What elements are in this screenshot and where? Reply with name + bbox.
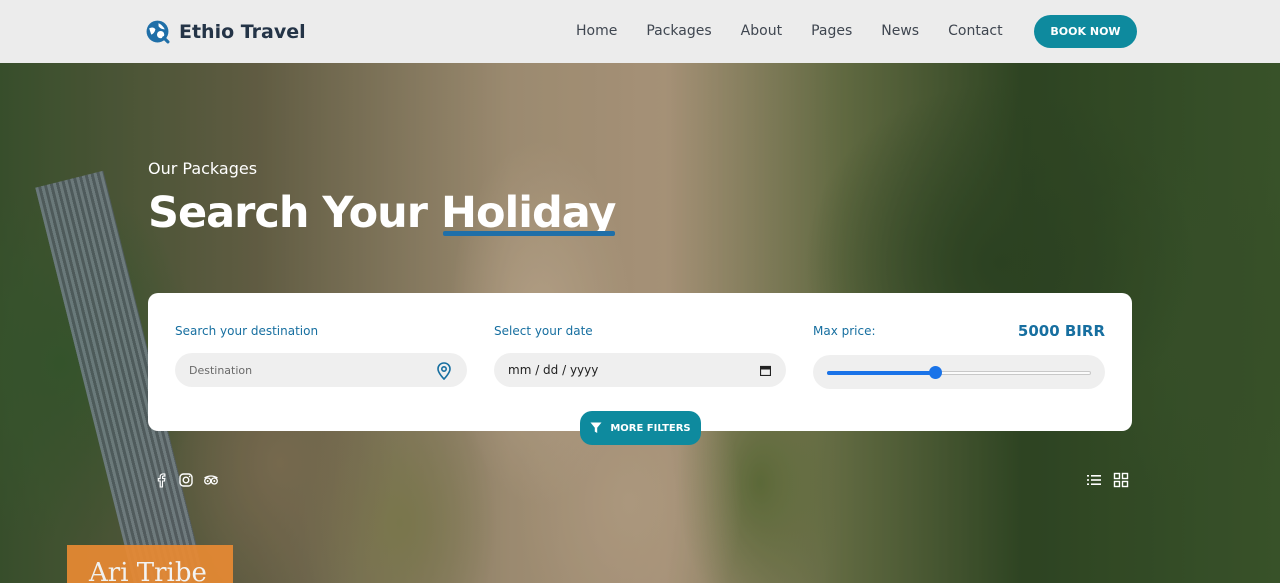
more-filters-button[interactable]: MORE FILTERS: [580, 411, 701, 445]
grid-view-icon[interactable]: [1113, 472, 1129, 488]
hero-title-text: Search Your: [148, 188, 441, 238]
featured-package-name: Ari Tribe: [89, 558, 207, 583]
location-pin-icon: [437, 362, 451, 380]
facebook-icon[interactable]: [153, 472, 169, 488]
navbar: Ethio Travel Home Packages About Pages N…: [0, 0, 1280, 63]
destination-label: Search your destination: [175, 324, 319, 338]
filter-icon: [590, 422, 602, 433]
slider-fill: [827, 371, 936, 375]
nav-home[interactable]: Home: [576, 23, 617, 39]
slider-thumb[interactable]: [929, 366, 943, 379]
hero-eyebrow: Our Packages: [148, 159, 258, 178]
price-label: Max price:: [813, 324, 876, 338]
tripadvisor-icon[interactable]: [203, 472, 219, 488]
hero-title-highlight: Holiday: [441, 188, 617, 238]
instagram-icon[interactable]: [178, 472, 194, 488]
book-now-button[interactable]: BOOK NOW: [1034, 15, 1137, 48]
more-filters-label: MORE FILTERS: [610, 422, 691, 434]
brand-logo[interactable]: Ethio Travel: [145, 19, 306, 44]
price-value: 5000 BIRR: [1017, 322, 1105, 340]
social-links: [153, 472, 219, 488]
price-slider[interactable]: [813, 355, 1105, 389]
hero-title: Search Your Holiday: [148, 188, 617, 238]
nav-contact[interactable]: Contact: [948, 23, 1002, 39]
date-input[interactable]: mm / dd / yyyy: [494, 353, 786, 387]
featured-package-tag[interactable]: Ari Tribe: [67, 545, 233, 583]
nav-pages[interactable]: Pages: [811, 23, 852, 39]
nav-packages[interactable]: Packages: [646, 23, 711, 39]
date-label: Select your date: [494, 324, 593, 338]
destination-input[interactable]: [175, 353, 467, 387]
list-view-icon[interactable]: [1086, 472, 1102, 488]
title-underline: [442, 231, 616, 236]
main-nav: Home Packages About Pages News Contact: [576, 23, 1032, 39]
brand-name: Ethio Travel: [179, 20, 306, 43]
hero-section: Our Packages Search Your Holiday Search …: [0, 63, 1280, 583]
globe-search-icon: [146, 20, 170, 44]
calendar-icon[interactable]: [760, 365, 771, 376]
view-toggle: [1086, 472, 1129, 488]
nav-news[interactable]: News: [881, 23, 919, 39]
nav-about[interactable]: About: [741, 23, 782, 39]
